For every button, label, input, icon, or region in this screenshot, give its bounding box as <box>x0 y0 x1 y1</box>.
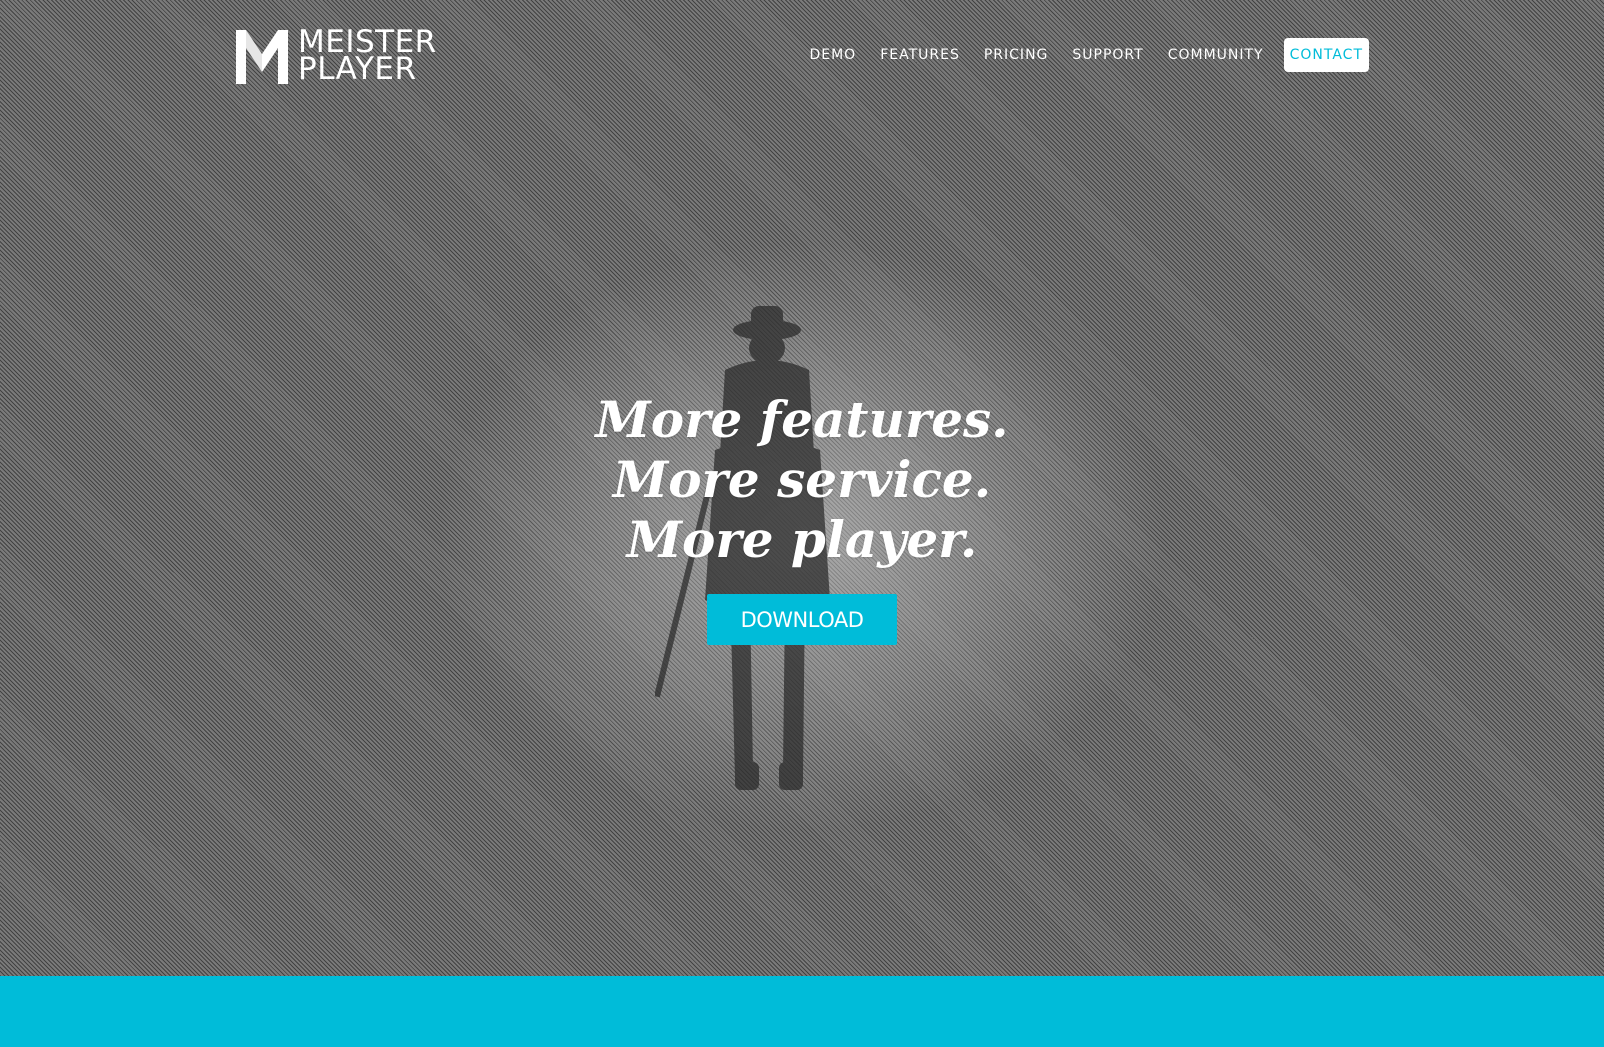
headline-line-3: More player. <box>626 510 978 569</box>
nav-pricing[interactable]: PRICING <box>972 38 1061 72</box>
nav-features[interactable]: FEATURES <box>868 38 972 72</box>
bottom-accent-band <box>0 976 1604 1047</box>
nav-contact-button[interactable]: CONTACT <box>1283 38 1369 72</box>
brand-name: MEISTER PLAYER <box>298 27 437 87</box>
headline-line-2: More service. <box>612 450 992 509</box>
nav-demo[interactable]: DEMO <box>797 38 868 72</box>
hero-section: MEISTER PLAYER DEMO FEATURES PRICING SUP… <box>0 0 1604 976</box>
headline-line-1: More features. <box>595 390 1009 449</box>
hero-headline: More features. More service. More player… <box>0 390 1604 570</box>
download-button[interactable]: DOWNLOAD <box>707 594 897 645</box>
main-navigation: DEMO FEATURES PRICING SUPPORT COMMUNITY … <box>797 38 1369 72</box>
m-logo-icon <box>236 28 288 84</box>
brand-logo[interactable]: MEISTER PLAYER <box>236 27 437 87</box>
nav-support[interactable]: SUPPORT <box>1060 38 1155 72</box>
horse-rider-image <box>655 306 830 790</box>
nav-community[interactable]: COMMUNITY <box>1156 38 1276 72</box>
brand-name-line2: PLAYER <box>298 51 417 87</box>
